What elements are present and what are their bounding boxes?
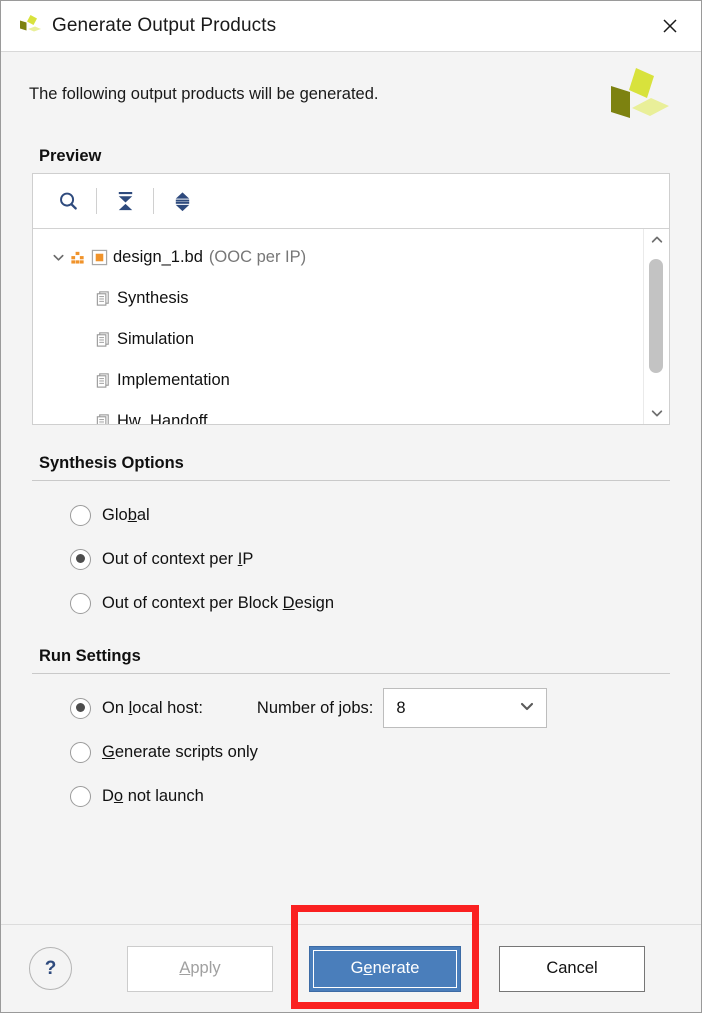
tree-row-simulation[interactable]: Simulation xyxy=(33,319,643,360)
generate-output-products-dialog: Generate Output Products The following o… xyxy=(0,0,702,1013)
radio-ooc-per-ip[interactable]: Out of context per IP xyxy=(32,537,670,581)
dialog-content: Preview design_1.bd (OOC per IP) Synthes… xyxy=(1,147,701,924)
radio-do-not-launch-label: Do not launch xyxy=(102,786,204,805)
preview-tree: design_1.bd (OOC per IP) Synthesis Simul… xyxy=(33,229,643,424)
generate-button-wrap: Generate xyxy=(291,904,479,1009)
synthesis-options-title: Synthesis Options xyxy=(39,454,184,472)
preview-panel: design_1.bd (OOC per IP) Synthesis Simul… xyxy=(32,173,670,425)
tree-item-label: Implementation xyxy=(117,371,230,389)
tree-row-root[interactable]: design_1.bd (OOC per IP) xyxy=(33,237,643,278)
radio-on-local-host[interactable]: On local host: xyxy=(32,686,203,730)
radio-global[interactable]: Global xyxy=(32,493,670,537)
search-icon[interactable] xyxy=(45,181,91,221)
tree-item-label: Synthesis xyxy=(117,289,189,307)
radio-do-not-launch[interactable]: Do not launch xyxy=(32,774,670,818)
documents-icon xyxy=(95,413,112,424)
help-button[interactable]: ? xyxy=(29,947,72,990)
radio-generate-scripts-only-indicator[interactable] xyxy=(70,741,91,763)
dialog-footer: ? Apply Generate Cancel xyxy=(1,904,701,1012)
toolbar-divider xyxy=(153,188,154,214)
tree-row-hw-handoff[interactable]: Hw_Handoff xyxy=(33,401,643,424)
orange-square-icon xyxy=(91,249,108,266)
radio-ooc-per-block-design-indicator[interactable] xyxy=(70,592,91,614)
tree-row-synthesis[interactable]: Synthesis xyxy=(33,278,643,319)
vivado-pinwheel-logo-icon xyxy=(17,13,43,39)
tree-root-label: design_1.bd xyxy=(113,248,203,266)
radio-ooc-per-ip-label: Out of context per IP xyxy=(102,549,254,568)
intro-area: The following output products will be ge… xyxy=(1,52,701,147)
radio-generate-scripts-only-label: Generate scripts only xyxy=(102,742,258,761)
documents-icon xyxy=(95,331,112,348)
cancel-button[interactable]: Cancel xyxy=(499,945,645,992)
number-of-jobs-value: 8 xyxy=(396,698,406,717)
title-bar: Generate Output Products xyxy=(1,1,701,52)
chevron-up-icon[interactable] xyxy=(644,229,669,251)
radio-ooc-per-ip-indicator[interactable] xyxy=(70,548,91,570)
tree-root-suffix: (OOC per IP) xyxy=(208,248,307,266)
radio-generate-scripts-only[interactable]: Generate scripts only xyxy=(32,730,670,774)
documents-icon xyxy=(95,372,112,389)
collapse-all-icon[interactable] xyxy=(102,181,148,221)
expand-all-icon[interactable] xyxy=(159,181,205,221)
close-icon[interactable] xyxy=(653,9,687,43)
apply-button[interactable]: Apply xyxy=(127,945,273,992)
tree-scrollbar[interactable] xyxy=(643,229,669,424)
generate-button-label: Generate xyxy=(350,959,420,977)
toolbar-divider xyxy=(96,188,97,214)
tree-item-label: Simulation xyxy=(117,330,195,348)
chevron-down-icon[interactable] xyxy=(644,402,669,424)
preview-tree-wrap: design_1.bd (OOC per IP) Synthesis Simul… xyxy=(33,229,669,424)
run-settings-rule xyxy=(32,673,670,674)
dialog-title: Generate Output Products xyxy=(52,15,277,36)
synthesis-options-rule xyxy=(32,480,670,481)
number-of-jobs-select[interactable]: 8 xyxy=(383,688,548,728)
preview-toolbar xyxy=(33,174,669,229)
radio-on-local-host-indicator[interactable] xyxy=(70,697,91,719)
number-of-jobs-label: Number of jobs: xyxy=(256,698,374,717)
radio-do-not-launch-indicator[interactable] xyxy=(70,785,91,807)
generate-button[interactable]: Generate xyxy=(309,945,461,992)
run-settings-first-row: On local host: Number of jobs: 8 xyxy=(32,686,670,730)
scrollbar-track[interactable] xyxy=(644,251,669,402)
scrollbar-thumb[interactable] xyxy=(649,259,663,373)
chevron-down-icon[interactable] xyxy=(519,698,535,719)
apply-button-label: Apply xyxy=(179,959,221,977)
radio-global-indicator[interactable] xyxy=(70,504,91,526)
run-settings-title: Run Settings xyxy=(39,647,141,665)
block-design-icon xyxy=(69,249,86,266)
radio-ooc-per-block-design-label: Out of context per Block Design xyxy=(102,593,335,612)
vivado-pinwheel-logo-large-icon xyxy=(597,64,671,128)
tree-row-implementation[interactable]: Implementation xyxy=(33,360,643,401)
radio-ooc-per-block-design[interactable]: Out of context per Block Design xyxy=(32,581,670,625)
documents-icon xyxy=(95,290,112,307)
radio-on-local-host-label: On local host: xyxy=(102,698,203,717)
radio-global-label: Global xyxy=(102,505,150,524)
tree-item-label: Hw_Handoff xyxy=(117,412,208,424)
chevron-down-icon[interactable] xyxy=(47,247,69,269)
preview-section-title: Preview xyxy=(39,147,102,165)
